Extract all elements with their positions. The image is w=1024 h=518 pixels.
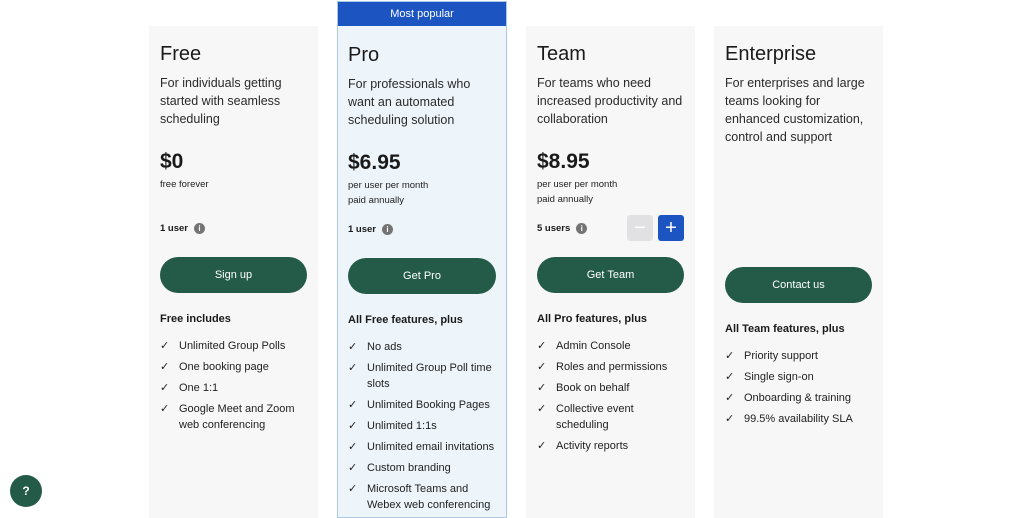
check-icon: ✓	[348, 362, 358, 374]
feature-item: ✓ Roles and permissions	[537, 361, 668, 373]
plan-description: For enterprises and large teams looking …	[725, 76, 865, 144]
feature-item: ✓ Activity reports	[537, 440, 629, 452]
user-count-row: 5 users i − +	[537, 215, 684, 241]
plan-card-enterprise: Enterprise For enterprises and large tea…	[714, 26, 883, 518]
check-icon: ✓	[537, 340, 547, 352]
feature-item: ✓ Priority support	[725, 350, 818, 362]
feature-list: ✓ Priority support ✓ Single sign-on ✓ Onboa…	[725, 348, 872, 427]
contact-us-button[interactable]: Contact us	[725, 267, 872, 303]
check-icon: ✓	[160, 382, 170, 394]
get-pro-button[interactable]: Get Pro	[348, 258, 496, 294]
info-icon[interactable]: i	[576, 222, 588, 234]
price-note: free forever	[160, 179, 209, 190]
check-icon: ✓	[348, 399, 358, 411]
check-icon: ✓	[725, 413, 735, 425]
feature-item: ✓ One booking page	[160, 361, 269, 373]
check-icon: ✓	[725, 392, 735, 404]
includes-title: All Pro features, plus	[537, 313, 648, 325]
plan-price: $8.95	[537, 150, 590, 173]
price-note: per user per month paid annually	[537, 179, 618, 205]
plan-card-free: Free For individuals getting started wit…	[149, 26, 318, 518]
includes-title: All Free features, plus	[348, 314, 463, 326]
user-count-row: 1 user i	[348, 216, 496, 242]
sign-up-button[interactable]: Sign up	[160, 257, 307, 293]
feature-item: ✓ Onboarding & training	[725, 392, 852, 404]
check-icon: ✓	[537, 403, 547, 415]
feature-list: ✓ No ads ✓ Unlimited Group Poll time slots…	[348, 339, 496, 513]
help-button[interactable]: ?	[10, 475, 42, 507]
plan-description: For professionals who want an automated …	[348, 77, 471, 127]
feature-item: ✓ Unlimited Group Poll time slots	[348, 362, 492, 390]
feature-item: ✓ Unlimited Group Polls	[160, 340, 286, 352]
feature-item: ✓ Single sign-on	[725, 371, 814, 383]
includes-title: All Team features, plus	[725, 323, 845, 335]
plan-name: Free	[160, 43, 202, 65]
plan-name: Enterprise	[725, 43, 817, 65]
feature-item: ✓ Google Meet and Zoom web conferencing	[160, 403, 295, 431]
check-icon: ✓	[348, 341, 358, 353]
info-icon[interactable]: i	[194, 222, 205, 234]
feature-item: ✓ Admin Console	[537, 340, 631, 352]
check-icon: ✓	[725, 371, 735, 383]
feature-item: ✓ No ads	[348, 341, 402, 353]
check-icon: ✓	[160, 403, 170, 415]
feature-item: ✓ Unlimited 1:1s	[348, 420, 437, 432]
feature-item: ✓ Unlimited email invitations	[348, 441, 495, 453]
feature-item: ✓ One 1:1	[160, 382, 219, 394]
feature-item: ✓ Microsoft Teams and Webex web conferenc…	[348, 483, 491, 511]
plan-description: For teams who need increased productivit…	[537, 76, 683, 126]
feature-item: ✓ Unlimited Booking Pages	[348, 399, 490, 411]
decrease-users-button[interactable]: −	[627, 215, 653, 241]
check-icon: ✓	[537, 361, 547, 373]
check-icon: ✓	[348, 462, 358, 474]
get-team-button[interactable]: Get Team	[537, 257, 684, 293]
plan-price: $6.95	[348, 151, 401, 174]
most-popular-badge: Most popular	[338, 2, 506, 26]
check-icon: ✓	[160, 361, 170, 373]
increase-users-button[interactable]: +	[658, 215, 684, 241]
check-icon: ✓	[348, 441, 358, 453]
check-icon: ✓	[725, 350, 735, 362]
check-icon: ✓	[348, 420, 358, 432]
user-count-label: 1 user	[348, 223, 376, 235]
check-icon: ✓	[537, 382, 547, 394]
check-icon: ✓	[537, 440, 547, 452]
price-note: per user per month paid annually	[348, 180, 429, 206]
plan-name: Pro	[348, 44, 380, 66]
plan-card-pro: Most popular Pro For professionals who w…	[337, 1, 507, 518]
plan-name: Team	[537, 43, 586, 65]
user-count-row: 1 user i	[160, 215, 307, 241]
user-stepper: − +	[627, 215, 684, 241]
check-icon: ✓	[160, 340, 170, 352]
check-icon: ✓	[348, 483, 358, 495]
plan-price: $0	[160, 150, 184, 173]
feature-list: ✓ Admin Console ✓ Roles and permissions ✓ B…	[537, 338, 684, 454]
includes-title: Free includes	[160, 313, 231, 325]
feature-list: ✓ Unlimited Group Polls ✓ One booking page…	[160, 338, 307, 433]
feature-item: ✓ 99.5% availability SLA	[725, 413, 853, 425]
feature-item: ✓ Custom branding	[348, 462, 451, 474]
feature-item: ✓ Collective event scheduling	[537, 403, 634, 431]
price-spacer	[725, 146, 872, 251]
plan-description: For individuals getting started with sea…	[160, 76, 282, 126]
user-count-label: 5 users	[537, 222, 571, 234]
plan-card-team: Team For teams who need increased produc…	[526, 26, 695, 518]
info-icon[interactable]: i	[382, 223, 393, 235]
user-count-label: 1 user	[160, 222, 188, 234]
feature-item: ✓ Book on behalf	[537, 382, 630, 394]
